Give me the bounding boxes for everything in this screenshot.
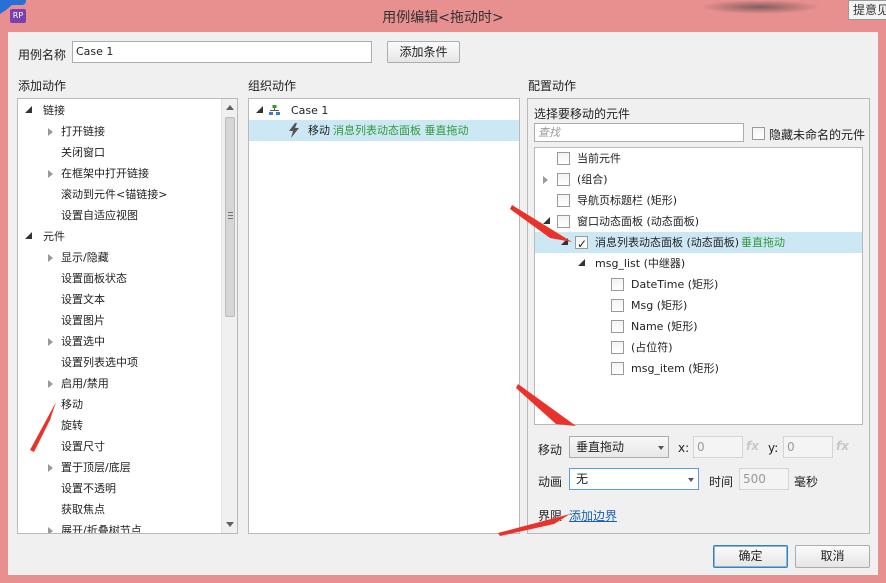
scroll-up-icon[interactable] xyxy=(226,105,234,110)
widget-row-current[interactable]: 当前元件 xyxy=(535,148,862,169)
widget-row-placeholder[interactable]: (占位符) xyxy=(535,337,862,358)
add-condition-button[interactable]: 添加条件 xyxy=(387,41,460,63)
bounds-label: 界限 xyxy=(538,509,563,523)
checkbox[interactable] xyxy=(557,173,570,186)
expand-arrow-icon xyxy=(256,106,263,113)
widget-row-msg-list-panel[interactable]: 消息列表动态面板 (动态面板)垂直拖动 xyxy=(535,232,862,255)
animation-dropdown[interactable]: 无 xyxy=(569,468,699,490)
vertical-scrollbar[interactable] xyxy=(221,99,237,533)
y-fx-icon[interactable]: fx xyxy=(836,439,849,453)
dialog-window: RP 用例编辑<拖动时> 提意见 用例名称 Case 1 添加条件 添加动作 组… xyxy=(0,0,886,583)
expand-arrow-icon xyxy=(561,238,568,245)
checkbox-checked[interactable] xyxy=(575,234,588,255)
checkbox[interactable] xyxy=(611,341,624,354)
lightning-icon xyxy=(289,123,299,138)
case-name-label: 用例名称 xyxy=(18,48,67,62)
widget-row-msg[interactable]: Msg (矩形) xyxy=(535,295,862,316)
widget-row-group[interactable]: (组合) xyxy=(535,169,862,190)
widget-search-input[interactable]: 查找 xyxy=(534,123,744,142)
background-shadow xyxy=(700,0,820,14)
collapse-arrow-icon xyxy=(48,254,53,262)
collapse-arrow-icon xyxy=(48,338,53,346)
configure-action-heading: 配置动作 xyxy=(528,79,577,93)
time-label: 时间 xyxy=(709,475,734,489)
collapse-arrow-icon xyxy=(48,170,53,178)
collapse-arrow-icon xyxy=(48,380,53,388)
collapse-arrow-icon xyxy=(48,128,53,136)
hide-unnamed-checkbox[interactable] xyxy=(752,127,765,140)
dialog-body: 用例名称 Case 1 添加条件 添加动作 组织动作 配置动作 链接 打开链接 … xyxy=(8,32,878,575)
expand-arrow-icon xyxy=(578,259,585,266)
ms-label: 毫秒 xyxy=(794,475,819,489)
move-label: 移动 xyxy=(538,443,563,457)
widget-row-window-panel[interactable]: 窗口动态面板 (动态面板) xyxy=(535,211,862,232)
collapse-arrow-icon xyxy=(48,527,53,533)
expand-arrow-icon xyxy=(25,106,32,113)
add-action-tree: 链接 打开链接 关闭窗口 在框架中打开链接 滚动到元件<锚链接> 设置自适应视图… xyxy=(17,98,238,534)
grip-icon xyxy=(228,212,233,219)
x-input[interactable]: 0 xyxy=(693,436,743,458)
app-badge-icon xyxy=(6,0,26,5)
chevron-down-icon xyxy=(658,446,664,450)
widget-row-repeater[interactable]: msg_list (中继器) xyxy=(535,253,862,274)
y-label: y: xyxy=(768,441,779,455)
checkbox[interactable] xyxy=(611,320,624,333)
checkbox[interactable] xyxy=(611,362,624,375)
case-icon xyxy=(269,105,280,115)
move-type-dropdown[interactable]: 垂直拖动 xyxy=(569,436,669,458)
add-action-heading: 添加动作 xyxy=(18,79,67,93)
checkbox[interactable] xyxy=(557,152,570,165)
scroll-down-icon[interactable] xyxy=(226,522,234,527)
widget-row-name[interactable]: Name (矩形) xyxy=(535,316,862,337)
checkbox[interactable] xyxy=(557,215,570,228)
time-input[interactable]: 500 xyxy=(739,468,789,490)
chevron-down-icon xyxy=(688,478,694,482)
organize-action-tree: Case 1 移动 消息列表动态面板 垂直拖动 xyxy=(248,98,520,534)
widget-row-datetime[interactable]: DateTime (矩形) xyxy=(535,274,862,295)
x-label: x: xyxy=(678,441,690,455)
select-widget-label: 选择要移动的元件 xyxy=(534,107,631,121)
cancel-button[interactable]: 取消 xyxy=(795,545,870,568)
widget-tree: 当前元件 (组合) 导航页标题栏 (矩形) 窗口动态面板 (动态面板) 消息列表… xyxy=(534,147,863,425)
title-bar: RP 用例编辑<拖动时> 提意见 xyxy=(0,0,886,32)
organize-action-heading: 组织动作 xyxy=(248,79,297,93)
collapse-arrow-icon xyxy=(543,176,548,184)
action-row-move[interactable]: 移动 消息列表动态面板 垂直拖动 xyxy=(249,120,519,141)
collapse-arrow-icon xyxy=(48,464,53,472)
checkbox[interactable] xyxy=(611,278,624,291)
configure-action-panel: 选择要移动的元件 查找 隐藏未命名的元件 当前元件 (组合) 导航页标题栏 (矩… xyxy=(527,98,870,534)
feedback-tooltip[interactable]: 提意见 xyxy=(848,0,886,20)
hide-unnamed-label: 隐藏未命名的元件 xyxy=(769,128,866,142)
case-row[interactable]: Case 1 xyxy=(249,100,519,121)
ok-button[interactable]: 确定 xyxy=(713,545,788,568)
x-fx-icon[interactable]: fx xyxy=(746,439,759,453)
checkbox[interactable] xyxy=(557,194,570,207)
widget-row-nav-title[interactable]: 导航页标题栏 (矩形) xyxy=(535,190,862,211)
add-bounds-link[interactable]: 添加边界 xyxy=(569,507,617,524)
case-name-input[interactable]: Case 1 xyxy=(72,41,372,63)
checkbox[interactable] xyxy=(611,299,624,312)
y-input[interactable]: 0 xyxy=(783,436,833,458)
widget-row-msg-item[interactable]: msg_item (矩形) xyxy=(535,358,862,379)
animation-label: 动画 xyxy=(538,475,563,489)
expand-arrow-icon xyxy=(543,217,550,224)
expand-arrow-icon xyxy=(25,232,32,239)
